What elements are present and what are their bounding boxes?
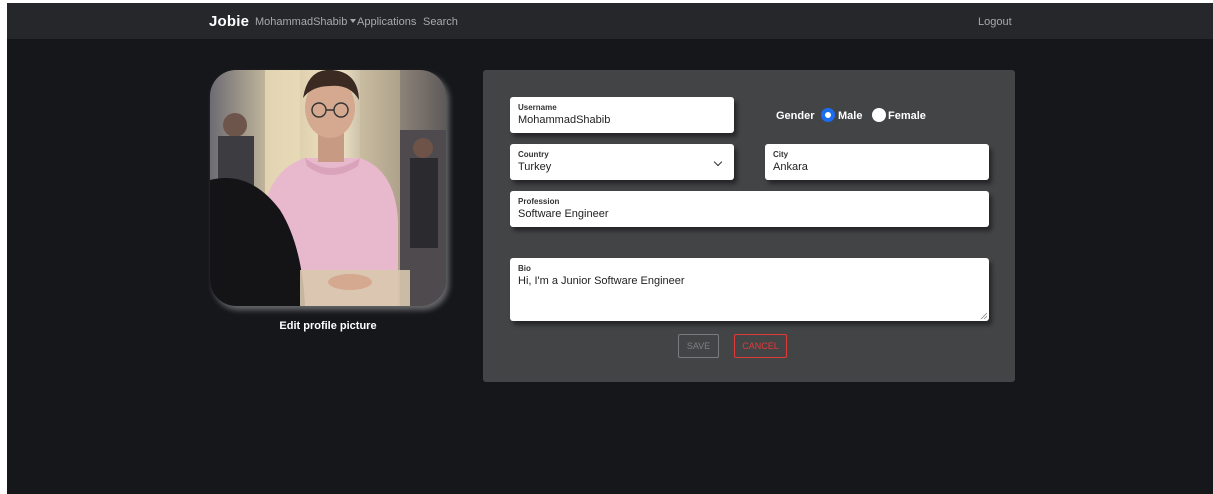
country-value: Turkey — [518, 161, 552, 173]
country-label: Country — [518, 150, 549, 159]
brand-logo[interactable]: Jobie — [209, 13, 249, 30]
profile-picture[interactable] — [210, 70, 446, 306]
username-label: Username — [518, 103, 557, 112]
gender-male-radio[interactable] — [821, 108, 835, 122]
app-frame: Jobie MohammadShabib Applications Search… — [7, 3, 1213, 494]
nav-link-search[interactable]: Search — [423, 16, 458, 28]
gender-female-radio[interactable] — [872, 108, 886, 122]
gender-male-label[interactable]: Male — [838, 110, 862, 122]
profession-label: Profession — [518, 197, 560, 206]
gender-label: Gender — [776, 110, 815, 122]
user-menu-dropdown[interactable]: MohammadShabib — [255, 16, 357, 28]
city-value: Ankara — [773, 161, 808, 173]
resize-handle-icon[interactable] — [980, 312, 987, 319]
username-field[interactable]: Username MohammadShabib — [510, 97, 734, 133]
bio-label: Bio — [518, 264, 531, 273]
bio-value: Hi, I'm a Junior Software Engineer — [518, 275, 685, 287]
edit-profile-picture-link[interactable]: Edit profile picture — [210, 320, 446, 332]
profile-form-card: Username MohammadShabib Gender Male Fema… — [483, 70, 1015, 382]
city-field[interactable]: City Ankara — [765, 144, 989, 180]
bio-textarea[interactable]: Bio Hi, I'm a Junior Software Engineer — [510, 258, 989, 321]
user-menu-label: MohammadShabib — [255, 16, 348, 28]
profession-field[interactable]: Profession Software Engineer — [510, 191, 989, 227]
gender-female-label[interactable]: Female — [888, 110, 926, 122]
logout-link[interactable]: Logout — [978, 16, 1012, 28]
caret-down-icon — [350, 19, 357, 23]
cancel-button[interactable]: CANCEL — [734, 334, 787, 358]
city-label: City — [773, 150, 789, 159]
top-navbar: Jobie MohammadShabib Applications Search… — [7, 3, 1213, 39]
country-select[interactable]: Country Turkey — [510, 144, 734, 180]
profile-photo-illustration — [210, 70, 446, 306]
nav-link-applications[interactable]: Applications — [357, 16, 416, 28]
save-button[interactable]: SAVE — [678, 334, 719, 358]
profession-value: Software Engineer — [518, 208, 609, 220]
username-value: MohammadShabib — [518, 114, 611, 126]
